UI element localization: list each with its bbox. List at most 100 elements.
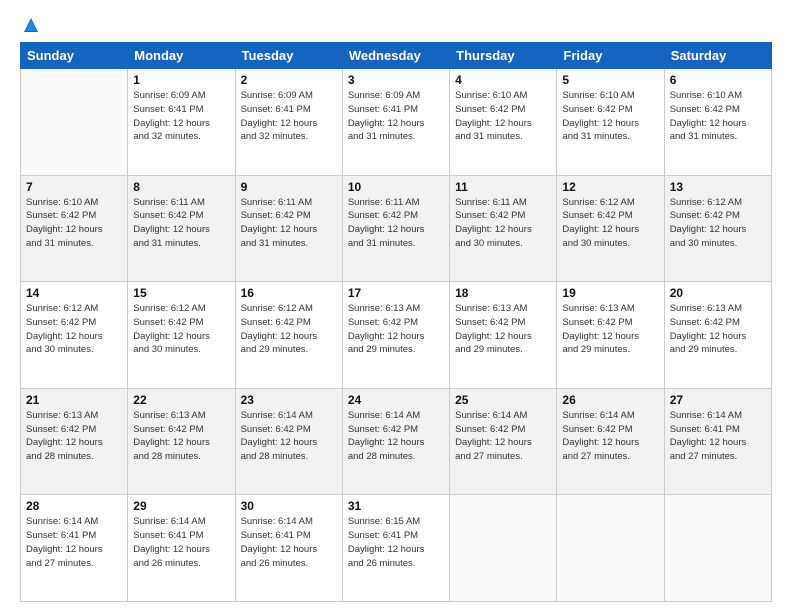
calendar-cell: 18 Sunrise: 6:13 AM Sunset: 6:42 PM Dayli…	[450, 282, 557, 389]
day-info: Sunrise: 6:13 AM Sunset: 6:42 PM Dayligh…	[26, 409, 122, 464]
day-number: 12	[562, 180, 658, 194]
day-number: 9	[241, 180, 337, 194]
day-number: 25	[455, 393, 551, 407]
day-info: Sunrise: 6:14 AM Sunset: 6:42 PM Dayligh…	[348, 409, 444, 464]
day-number: 5	[562, 73, 658, 87]
calendar-cell	[21, 69, 128, 176]
day-number: 17	[348, 286, 444, 300]
header-cell-friday: Friday	[557, 43, 664, 69]
calendar-cell: 22Sunrise: 6:13 AM Sunset: 6:42 PM Dayli…	[128, 388, 235, 495]
header-cell-saturday: Saturday	[664, 43, 771, 69]
calendar-cell: 6 Sunrise: 6:10 AM Sunset: 6:42 PM Daylig…	[664, 69, 771, 176]
calendar-cell: 31 Sunrise: 6:15 AM Sunset: 6:41 PM Dayli…	[342, 495, 449, 602]
calendar-cell: 16 Sunrise: 6:12 AM Sunset: 6:42 PM Dayli…	[235, 282, 342, 389]
day-info: Sunrise: 6:14 AM Sunset: 6:41 PM Dayligh…	[670, 409, 766, 464]
day-info: Sunrise: 6:12 AM Sunset: 6:42 PM Dayligh…	[133, 302, 229, 357]
calendar-cell: 8 Sunrise: 6:11 AM Sunset: 6:42 PM Daylig…	[128, 175, 235, 282]
day-info: Sunrise: 6:11 AM Sunset: 6:42 PM Dayligh…	[133, 196, 229, 251]
day-info: Sunrise: 6:14 AM Sunset: 6:41 PM Dayligh…	[241, 515, 337, 570]
day-number: 6	[670, 73, 766, 87]
day-info: Sunrise: 6:10 AM Sunset: 6:42 PM Dayligh…	[562, 89, 658, 144]
day-number: 13	[670, 180, 766, 194]
day-info: Sunrise: 6:14 AM Sunset: 6:42 PM Dayligh…	[241, 409, 337, 464]
day-number: 4	[455, 73, 551, 87]
calendar-cell: 12 Sunrise: 6:12 AM Sunset: 6:42 PM Dayli…	[557, 175, 664, 282]
day-number: 26	[562, 393, 658, 407]
day-info: Sunrise: 6:12 AM Sunset: 6:42 PM Dayligh…	[670, 196, 766, 251]
day-number: 30	[241, 499, 337, 513]
day-number: 27	[670, 393, 766, 407]
day-number: 18	[455, 286, 551, 300]
header-cell-thursday: Thursday	[450, 43, 557, 69]
calendar-cell: 3 Sunrise: 6:09 AM Sunset: 6:41 PM Daylig…	[342, 69, 449, 176]
logo	[20, 16, 40, 34]
calendar-cell: 9 Sunrise: 6:11 AM Sunset: 6:42 PM Daylig…	[235, 175, 342, 282]
calendar-cell: 23 Sunrise: 6:14 AM Sunset: 6:42 PM Dayli…	[235, 388, 342, 495]
calendar-cell: 21 Sunrise: 6:13 AM Sunset: 6:42 PM Dayli…	[21, 388, 128, 495]
calendar-cell	[557, 495, 664, 602]
calendar-cell: 29 Sunrise: 6:14 AM Sunset: 6:41 PM Dayli…	[128, 495, 235, 602]
calendar-cell: 7 Sunrise: 6:10 AM Sunset: 6:42 PM Daylig…	[21, 175, 128, 282]
day-info: Sunrise: 6:13 AM Sunset: 6:42 PM Dayligh…	[670, 302, 766, 357]
day-info: Sunrise: 6:09 AM Sunset: 6:41 PM Dayligh…	[241, 89, 337, 144]
calendar-cell: 25Sunrise: 6:14 AM Sunset: 6:42 PM Dayli…	[450, 388, 557, 495]
day-info: Sunrise: 6:14 AM Sunset: 6:41 PM Dayligh…	[133, 515, 229, 570]
header-cell-sunday: Sunday	[21, 43, 128, 69]
calendar-week-row: 28Sunrise: 6:14 AM Sunset: 6:41 PM Dayli…	[21, 495, 772, 602]
day-number: 16	[241, 286, 337, 300]
day-number: 3	[348, 73, 444, 87]
day-info: Sunrise: 6:11 AM Sunset: 6:42 PM Dayligh…	[241, 196, 337, 251]
day-info: Sunrise: 6:09 AM Sunset: 6:41 PM Dayligh…	[348, 89, 444, 144]
calendar-cell: 17Sunrise: 6:13 AM Sunset: 6:42 PM Dayli…	[342, 282, 449, 389]
calendar-cell: 2 Sunrise: 6:09 AM Sunset: 6:41 PM Daylig…	[235, 69, 342, 176]
day-number: 14	[26, 286, 122, 300]
day-number: 2	[241, 73, 337, 87]
day-info: Sunrise: 6:13 AM Sunset: 6:42 PM Dayligh…	[562, 302, 658, 357]
day-number: 11	[455, 180, 551, 194]
day-info: Sunrise: 6:13 AM Sunset: 6:42 PM Dayligh…	[455, 302, 551, 357]
header-row: SundayMondayTuesdayWednesdayThursdayFrid…	[21, 43, 772, 69]
calendar-week-row: 1 Sunrise: 6:09 AM Sunset: 6:41 PM Daylig…	[21, 69, 772, 176]
day-number: 15	[133, 286, 229, 300]
day-number: 21	[26, 393, 122, 407]
day-number: 31	[348, 499, 444, 513]
page: SundayMondayTuesdayWednesdayThursdayFrid…	[0, 0, 792, 612]
day-info: Sunrise: 6:09 AM Sunset: 6:41 PM Dayligh…	[133, 89, 229, 144]
day-info: Sunrise: 6:14 AM Sunset: 6:42 PM Dayligh…	[562, 409, 658, 464]
calendar-week-row: 14 Sunrise: 6:12 AM Sunset: 6:42 PM Dayli…	[21, 282, 772, 389]
day-info: Sunrise: 6:11 AM Sunset: 6:42 PM Dayligh…	[455, 196, 551, 251]
calendar-cell: 28Sunrise: 6:14 AM Sunset: 6:41 PM Dayli…	[21, 495, 128, 602]
day-number: 29	[133, 499, 229, 513]
calendar-week-row: 21 Sunrise: 6:13 AM Sunset: 6:42 PM Dayli…	[21, 388, 772, 495]
day-number: 8	[133, 180, 229, 194]
calendar-cell	[450, 495, 557, 602]
day-number: 7	[26, 180, 122, 194]
day-number: 1	[133, 73, 229, 87]
calendar-cell: 1 Sunrise: 6:09 AM Sunset: 6:41 PM Daylig…	[128, 69, 235, 176]
calendar-table: SundayMondayTuesdayWednesdayThursdayFrid…	[20, 42, 772, 602]
calendar-cell: 4Sunrise: 6:10 AM Sunset: 6:42 PM Daylig…	[450, 69, 557, 176]
calendar-cell: 20 Sunrise: 6:13 AM Sunset: 6:42 PM Dayli…	[664, 282, 771, 389]
calendar-cell: 11 Sunrise: 6:11 AM Sunset: 6:42 PM Dayli…	[450, 175, 557, 282]
calendar-cell: 5 Sunrise: 6:10 AM Sunset: 6:42 PM Daylig…	[557, 69, 664, 176]
header-cell-tuesday: Tuesday	[235, 43, 342, 69]
logo-icon	[22, 16, 40, 34]
day-info: Sunrise: 6:10 AM Sunset: 6:42 PM Dayligh…	[670, 89, 766, 144]
calendar-cell: 26 Sunrise: 6:14 AM Sunset: 6:42 PM Dayli…	[557, 388, 664, 495]
calendar-cell: 19 Sunrise: 6:13 AM Sunset: 6:42 PM Dayli…	[557, 282, 664, 389]
day-info: Sunrise: 6:10 AM Sunset: 6:42 PM Dayligh…	[26, 196, 122, 251]
calendar-cell: 14Sunrise: 6:12 AM Sunset: 6:42 PM Dayli…	[21, 282, 128, 389]
day-number: 10	[348, 180, 444, 194]
header-cell-monday: Monday	[128, 43, 235, 69]
day-number: 20	[670, 286, 766, 300]
day-number: 19	[562, 286, 658, 300]
calendar-cell	[664, 495, 771, 602]
day-info: Sunrise: 6:14 AM Sunset: 6:41 PM Dayligh…	[26, 515, 122, 570]
day-info: Sunrise: 6:12 AM Sunset: 6:42 PM Dayligh…	[562, 196, 658, 251]
day-info: Sunrise: 6:12 AM Sunset: 6:42 PM Dayligh…	[241, 302, 337, 357]
header	[20, 16, 772, 34]
calendar-cell: 27 Sunrise: 6:14 AM Sunset: 6:41 PM Dayli…	[664, 388, 771, 495]
day-info: Sunrise: 6:15 AM Sunset: 6:41 PM Dayligh…	[348, 515, 444, 570]
day-number: 23	[241, 393, 337, 407]
day-number: 24	[348, 393, 444, 407]
